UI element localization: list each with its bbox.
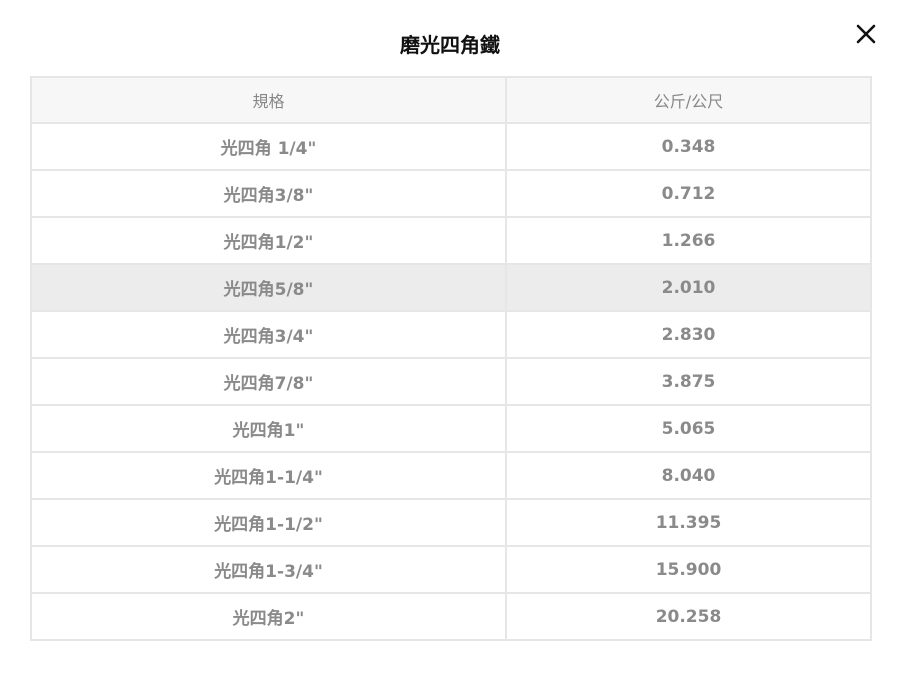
table-row: 光四角3/8" 0.712 <box>30 169 872 218</box>
table-row: 光四角2" 20.258 <box>30 592 872 641</box>
spec-cell: 光四角1/2" <box>30 216 507 265</box>
spec-cell: 光四角1-1/4" <box>30 451 507 500</box>
table-row: 光四角1-3/4" 15.900 <box>30 545 872 594</box>
spec-cell: 光四角1-3/4" <box>30 545 507 594</box>
weight-cell: 3.875 <box>505 357 872 406</box>
spec-cell: 光四角2" <box>30 592 507 641</box>
spec-cell: 光四角7/8" <box>30 357 507 406</box>
spec-cell: 光四角1" <box>30 404 507 453</box>
spec-table: 規格 公斤/公尺 光四角 1/4" 0.348 光四角3/8" 0.712 光四角1/2… <box>30 76 872 641</box>
close-button[interactable] <box>852 20 880 48</box>
column-header-spec: 規格 <box>30 76 507 124</box>
spec-cell: 光四角1-1/2" <box>30 498 507 547</box>
table-row: 光四角 1/4" 0.348 <box>30 122 872 171</box>
close-icon <box>856 24 876 44</box>
weight-cell: 0.712 <box>505 169 872 218</box>
table-row: 光四角5/8" 2.010 <box>30 263 872 312</box>
spec-cell: 光四角 1/4" <box>30 122 507 171</box>
weight-cell: 20.258 <box>505 592 872 641</box>
weight-cell: 5.065 <box>505 404 872 453</box>
weight-cell: 11.395 <box>505 498 872 547</box>
weight-cell: 2.010 <box>505 263 872 312</box>
spec-cell: 光四角5/8" <box>30 263 507 312</box>
table-row: 光四角7/8" 3.875 <box>30 357 872 406</box>
weight-cell: 8.040 <box>505 451 872 500</box>
table-row: 光四角1" 5.065 <box>30 404 872 453</box>
table-row: 光四角3/4" 2.830 <box>30 310 872 359</box>
table-row: 光四角1-1/2" 11.395 <box>30 498 872 547</box>
spec-cell: 光四角3/8" <box>30 169 507 218</box>
table-body: 光四角 1/4" 0.348 光四角3/8" 0.712 光四角1/2" 1.266 光四角… <box>30 122 872 641</box>
modal-title: 磨光四角鐵 <box>400 33 500 57</box>
weight-cell: 1.266 <box>505 216 872 265</box>
spec-cell: 光四角3/4" <box>30 310 507 359</box>
table-row: 光四角1-1/4" 8.040 <box>30 451 872 500</box>
column-header-weight: 公斤/公尺 <box>505 76 872 124</box>
weight-cell: 0.348 <box>505 122 872 171</box>
weight-cell: 15.900 <box>505 545 872 594</box>
spec-modal: 磨光四角鐵 規格 公斤/公尺 光四角 1/4" 0.348 光四角3/8" 0.712… <box>0 0 900 692</box>
weight-cell: 2.830 <box>505 310 872 359</box>
table-header-row: 規格 公斤/公尺 <box>30 76 872 124</box>
table-row: 光四角1/2" 1.266 <box>30 216 872 265</box>
